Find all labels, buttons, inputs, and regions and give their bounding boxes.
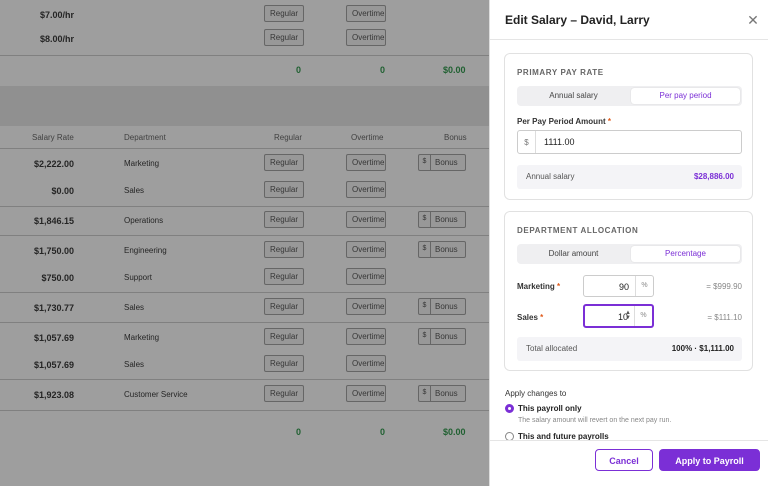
radio-this-payroll-only[interactable] <box>505 404 514 413</box>
option-this-payroll-only[interactable]: This payroll only <box>518 404 582 413</box>
apply-changes-title: Apply changes to <box>505 389 567 398</box>
percent-unit: % <box>635 276 653 296</box>
amount-value: 1111.00 <box>544 137 575 147</box>
allocation-department-label: Marketing * <box>517 282 560 291</box>
card-title: DEPARTMENT ALLOCATION <box>517 226 639 235</box>
allocation-department-label: Sales * <box>517 313 543 322</box>
amount-label: Per Pay Period Amount * <box>517 117 611 126</box>
apply-to-payroll-button[interactable]: Apply to Payroll <box>659 449 760 471</box>
allocation-amount: = $111.10 <box>707 313 742 322</box>
primary-pay-rate-card: PRIMARY PAY RATE Annual salary Per pay p… <box>504 53 753 200</box>
total-allocated-value: 100% · $1,111.00 <box>671 344 734 353</box>
percent-value: 90 <box>618 282 629 292</box>
currency-symbol: $ <box>518 131 536 153</box>
option-hint: The salary amount will revert on the nex… <box>518 417 672 424</box>
total-allocated-summary: Total allocated 100% · $1,111.00 <box>517 337 742 361</box>
card-title: PRIMARY PAY RATE <box>517 68 604 77</box>
amount-label-text: Per Pay Period Amount <box>517 117 606 126</box>
edit-salary-panel: Edit Salary – David, Larry ✕ PRIMARY PAY… <box>489 0 768 486</box>
option-annual-salary[interactable]: Annual salary <box>519 88 628 104</box>
sales-percent-input[interactable]: 10 ▲ ▼ % <box>583 304 654 328</box>
panel-title: Edit Salary – David, Larry <box>505 13 650 27</box>
required-mark: * <box>607 117 611 126</box>
spinner-icon[interactable]: ▲ ▼ <box>625 310 631 321</box>
option-dollar-amount[interactable]: Dollar amount <box>519 246 628 262</box>
option-per-pay-period[interactable]: Per pay period <box>631 88 740 104</box>
percent-unit: % <box>634 306 652 326</box>
per-period-amount-input[interactable]: $ 1111.00 <box>517 130 742 154</box>
department-allocation-card: DEPARTMENT ALLOCATION Dollar amount Perc… <box>504 211 753 371</box>
annual-salary-label: Annual salary <box>526 172 575 181</box>
option-percentage[interactable]: Percentage <box>631 246 740 262</box>
close-icon[interactable]: ✕ <box>746 13 760 27</box>
department-name: Sales <box>517 313 538 322</box>
required-mark: * <box>540 313 544 322</box>
pay-rate-toggle: Annual salary Per pay period <box>517 86 742 106</box>
annual-salary-summary: Annual salary $28,886.00 <box>517 165 742 189</box>
allocation-mode-toggle: Dollar amount Percentage <box>517 244 742 264</box>
department-name: Marketing <box>517 282 555 291</box>
panel-footer: Cancel Apply to Payroll <box>490 440 768 486</box>
header-divider <box>490 39 768 40</box>
annual-salary-value: $28,886.00 <box>693 172 734 181</box>
marketing-percent-input[interactable]: 90 % <box>583 275 654 297</box>
required-mark: * <box>557 282 561 291</box>
cancel-button[interactable]: Cancel <box>595 449 653 471</box>
total-allocated-label: Total allocated <box>526 344 578 353</box>
allocation-amount: = $999.90 <box>706 282 742 291</box>
